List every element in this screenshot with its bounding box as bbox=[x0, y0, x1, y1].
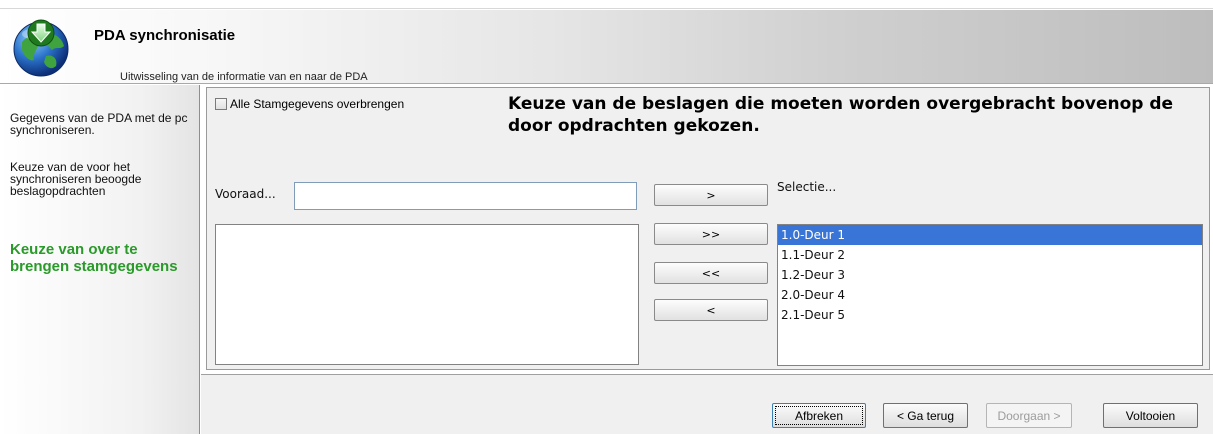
selection-panel: Alle Stamgegevens overbrengen Keuze van … bbox=[206, 87, 1210, 370]
wizard-footer: Afbreken < Ga terug Doorgaan > Voltooien bbox=[201, 374, 1213, 434]
sidebar-step-select-orders: Keuze van de voor het synchroniseren beo… bbox=[10, 160, 142, 198]
finish-button[interactable]: Voltooien bbox=[1103, 403, 1198, 428]
stock-search-input[interactable] bbox=[294, 182, 637, 210]
checkbox-box[interactable] bbox=[215, 98, 227, 110]
next-button[interactable]: Doorgaan > bbox=[986, 403, 1072, 428]
stock-label: Vooraad... bbox=[215, 187, 276, 201]
sidebar-step-synchronize: Gegevens van de PDA met de pc synchronis… bbox=[10, 111, 188, 137]
all-master-data-checkbox[interactable]: Alle Stamgegevens overbrengen bbox=[215, 97, 404, 111]
wizard-title: PDA synchronisatie bbox=[94, 27, 236, 44]
wizard-subtitle: Uitwisseling van de informatie van en na… bbox=[120, 71, 368, 83]
wizard-steps-sidebar: Gegevens van de PDA met de pc synchronis… bbox=[0, 85, 200, 434]
add-all-button[interactable]: >> bbox=[654, 223, 768, 245]
remove-all-button[interactable]: << bbox=[654, 262, 768, 284]
add-one-button[interactable]: > bbox=[654, 184, 768, 206]
window-top-border bbox=[0, 0, 1213, 9]
stock-list[interactable] bbox=[215, 224, 639, 365]
checkbox-label: Alle Stamgegevens overbrengen bbox=[230, 97, 405, 111]
selection-label: Selectie... bbox=[777, 180, 837, 194]
globe-download-icon bbox=[13, 19, 69, 77]
list-item[interactable]: 1.1-Deur 2 bbox=[778, 245, 1202, 265]
list-item[interactable]: 2.1-Deur 5 bbox=[778, 305, 1202, 325]
list-item[interactable]: 1.0-Deur 1 bbox=[778, 225, 1202, 245]
wizard-header: PDA synchronisatie Uitwisseling van de i… bbox=[0, 10, 1213, 84]
remove-one-button[interactable]: < bbox=[654, 299, 768, 321]
sidebar-step-master-data: Keuze van over te brengen stamgegevens bbox=[10, 241, 178, 275]
list-item[interactable]: 2.0-Deur 4 bbox=[778, 285, 1202, 305]
list-item[interactable]: 1.2-Deur 3 bbox=[778, 265, 1202, 285]
selection-list[interactable]: 1.0-Deur 1 1.1-Deur 2 1.2-Deur 3 2.0-Deu… bbox=[777, 224, 1203, 366]
cancel-button[interactable]: Afbreken bbox=[772, 403, 866, 428]
back-button[interactable]: < Ga terug bbox=[883, 403, 968, 428]
page-heading: Keuze van de beslagen die moeten worden … bbox=[508, 94, 1174, 136]
wizard-content: Alle Stamgegevens overbrengen Keuze van … bbox=[201, 85, 1213, 374]
